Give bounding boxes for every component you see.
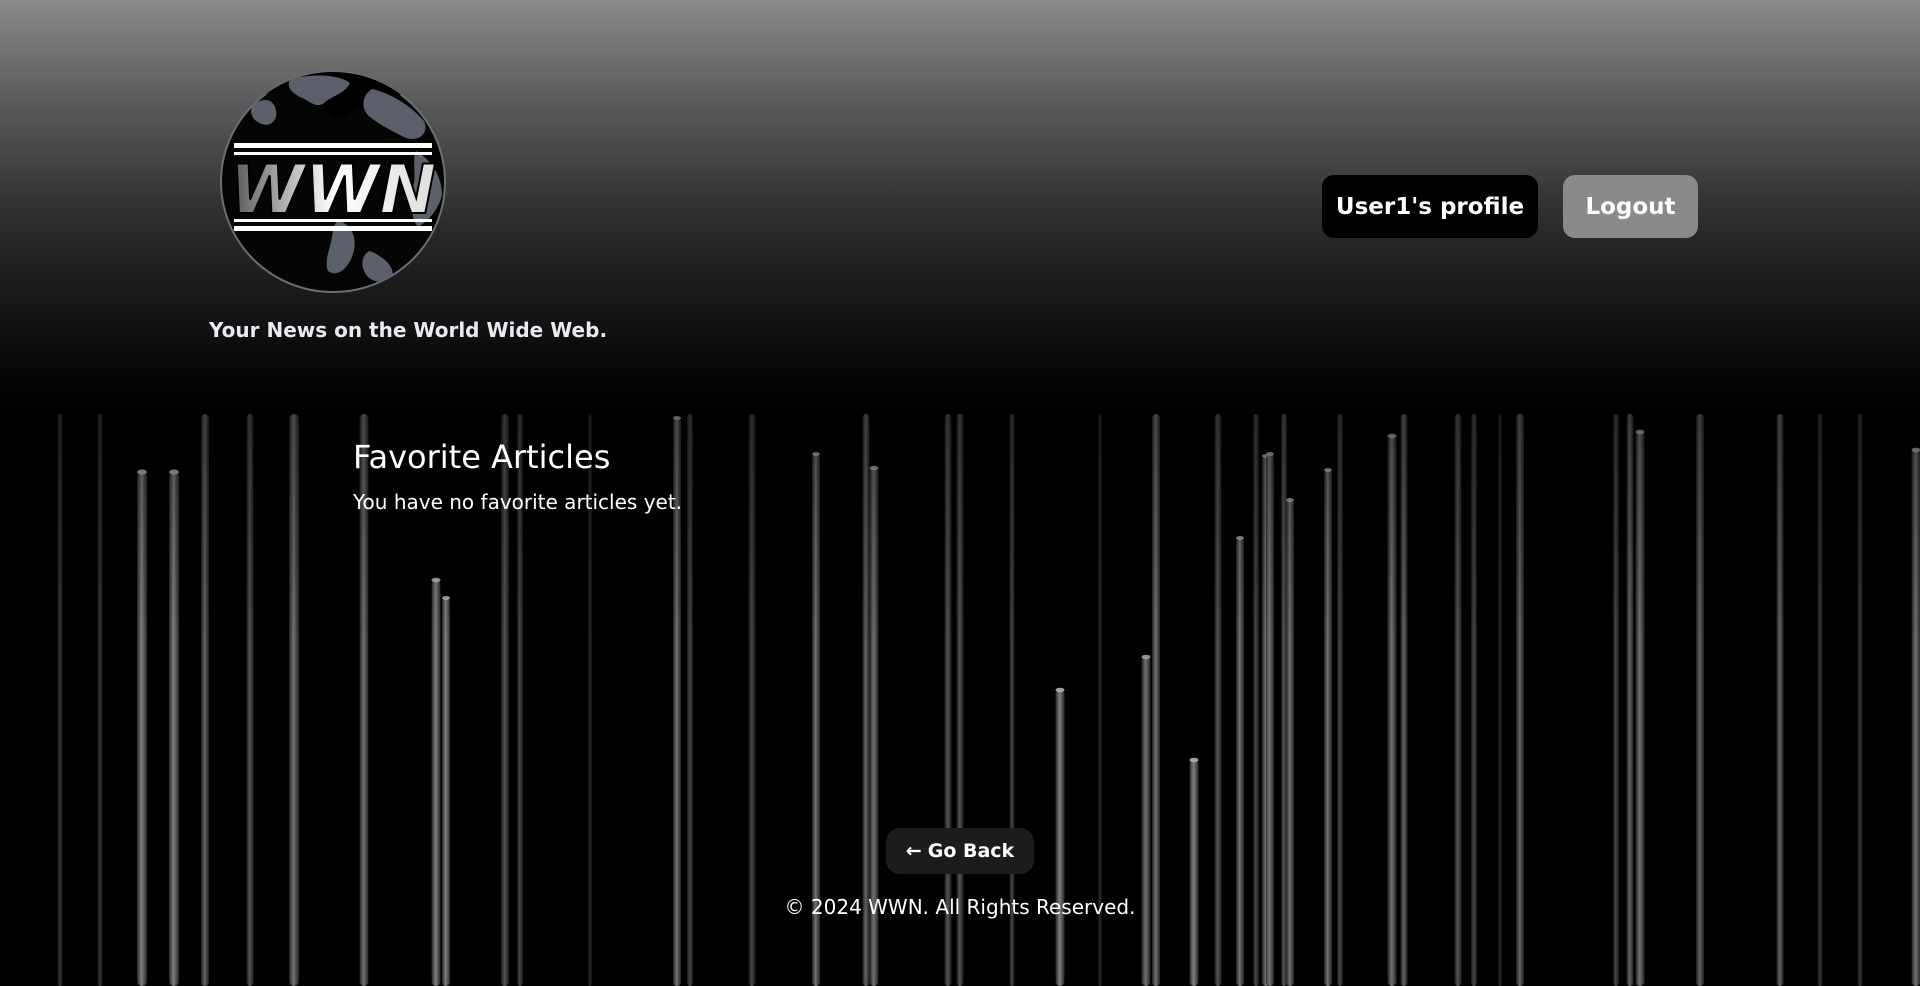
logout-button[interactable]: Logout [1563,175,1698,238]
wwn-globe-logo[interactable]: WWN [220,71,446,293]
go-back-button[interactable]: ← Go Back [886,828,1034,874]
back-arrow-icon: ← [905,840,922,862]
footer-copyright: © 2024 WWN. All Rights Reserved. [784,895,1136,919]
logo-text: WWN [230,151,437,230]
page: WWN Your News on the World Wide Web. Use… [0,0,1920,986]
site-header: WWN Your News on the World Wide Web. Use… [0,0,1920,414]
empty-state-message: You have no favorite articles yet. [353,490,683,514]
site-tagline: Your News on the World Wide Web. [209,318,608,342]
page-title: Favorite Articles [353,438,611,476]
go-back-label: Go Back [927,840,1015,862]
profile-button[interactable]: User1's profile [1322,175,1538,238]
favorites-section: Favorite Articles You have no favorite a… [353,438,682,514]
